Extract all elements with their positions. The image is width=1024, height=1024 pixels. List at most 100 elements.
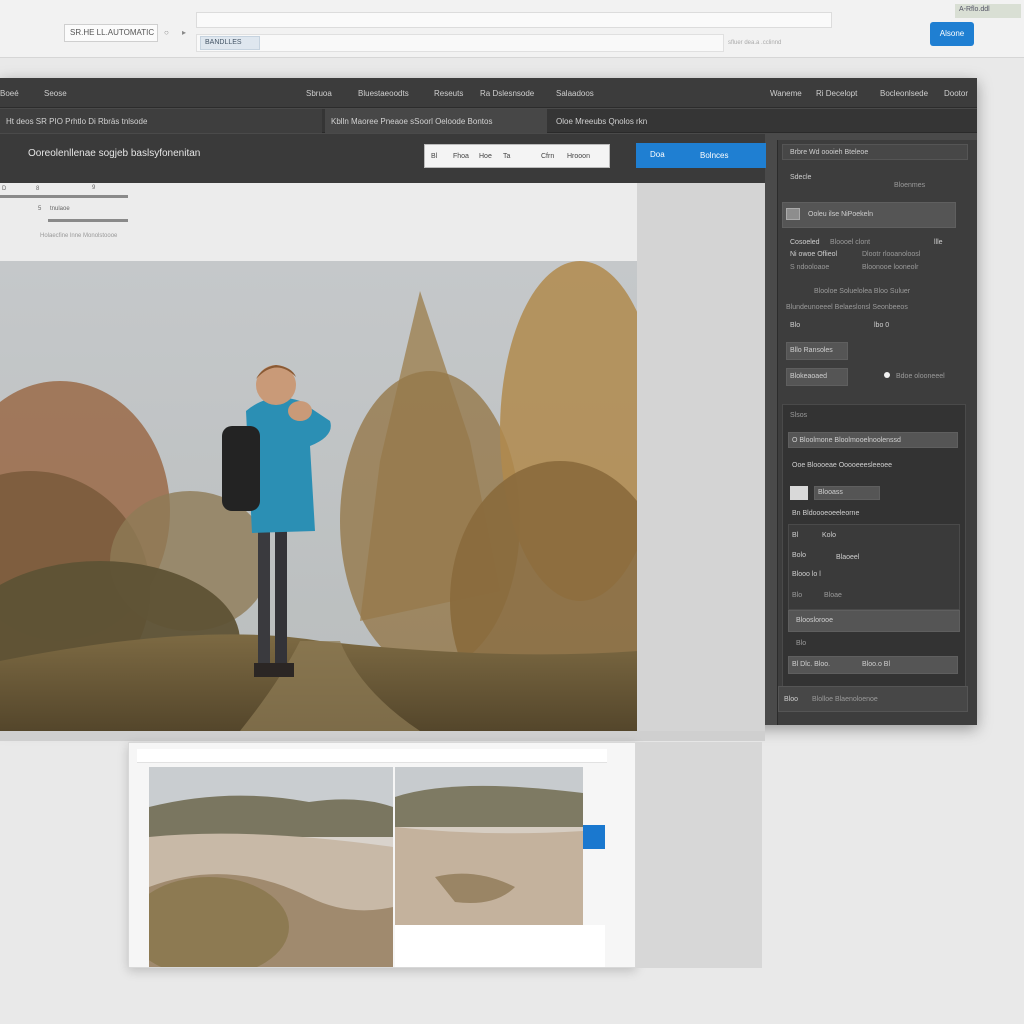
tab-third[interactable]: Oloe Mreeubs Qnolos rkn (550, 109, 680, 133)
list-value: Bloae (824, 592, 842, 599)
list-key: Bl (792, 532, 799, 539)
landscape-image (395, 767, 583, 925)
layer-label[interactable]: Bn Bldoooeoeeleorne (792, 510, 859, 517)
prop-key: S ndooloaoe (790, 264, 830, 271)
menu-item[interactable]: Waneme (770, 89, 802, 98)
prop-key: Ni owoe Oflieol (790, 251, 838, 258)
toggle-label: Bdoe olooneeel (896, 373, 945, 380)
document-title: Ooreolenllenae sogjeb baslsyfonenitan (28, 148, 201, 159)
canvas-ruler-area: D 8 9 5 tnulaoe Holaecfine lnne Monolsto… (0, 183, 637, 261)
prop-value: Bloonooe looneolr (862, 264, 919, 271)
search-segment[interactable]: Cfrn (541, 153, 554, 160)
menu-item[interactable]: Reseuts (434, 89, 463, 98)
layer-label: O Bloolmone Bloolmooelnoolenssd (792, 437, 901, 444)
list-value: Kolo (822, 532, 837, 539)
ruler-label: 5 (38, 206, 42, 212)
search-segment[interactable]: Hoe (479, 153, 492, 160)
prop-key: Cosoeled (790, 239, 820, 246)
panel-note: Blooloe Soluelolea Bloo Suluer (814, 288, 911, 295)
panel-row-value: Bloenmes (894, 182, 926, 189)
search-segment[interactable]: Hrooon (567, 153, 590, 160)
properties-panel: Brbre Wd oooieh Bteleoe Sdecle Bloenmes … (777, 140, 977, 725)
list-item: Blo (796, 640, 807, 647)
ruler-guide[interactable] (0, 195, 128, 198)
ruler-guide[interactable] (48, 219, 128, 222)
prop-value: Dlootr rlooanoloosl (862, 251, 921, 258)
layer-footer-label: Blooslorooe (796, 617, 833, 624)
landscape-image (149, 767, 393, 967)
search-segment[interactable]: Ta (503, 153, 510, 160)
layers-title: Slsos (790, 412, 808, 419)
footer-value: Blolloe Blaenoloenoe (812, 696, 878, 703)
bookmark-hint: sfluer dea.a .cclinnd (728, 40, 782, 46)
footer-label: Bloo (784, 696, 799, 703)
panel-action-b[interactable]: Bloo.o Bl (862, 661, 890, 668)
landscape-preview-right[interactable] (395, 767, 583, 925)
menu-item[interactable]: Seose (44, 89, 67, 98)
menu-item[interactable]: Dootor (944, 89, 968, 98)
panel-header: Brbre Wd oooieh Bteleoe (790, 149, 869, 156)
panel-line: Blundeunoeeel Belaeslonsl Seonbeeos (786, 304, 908, 311)
list-key: Blo (792, 592, 803, 599)
list-key[interactable]: Blooo lo l (792, 571, 821, 578)
ruler-label: tnulaoe (50, 206, 70, 212)
apply-button-prefix: Doa (650, 150, 665, 159)
search-input[interactable]: Bl Fhoa Hoe Ta Cfrn Hrooon (424, 144, 610, 168)
canvas-gutter (637, 183, 765, 739)
menu-item[interactable]: Boeé (0, 89, 19, 98)
status-tag: A-Rflo.ddl (955, 4, 1021, 18)
apply-button-label: Bolnces (700, 151, 729, 160)
url-field[interactable]: SR.HE LL.AUTOMATIC (64, 24, 158, 42)
layer-label[interactable]: Ooe Bloooeae Ooooeeesleeoee (792, 462, 892, 469)
size-label: Blo (790, 322, 801, 329)
menu-bar: Boeé Seose Sbruoa Bluestaeoodts Reseuts … (0, 78, 977, 108)
menu-item[interactable]: Bocleonlsede (880, 89, 928, 98)
account-button[interactable]: Alsone (930, 22, 974, 46)
list-value: Blaoeel (836, 554, 860, 561)
tab-secondary[interactable]: Kblln Maoree Pneaoe sSoorl Oeloode Bonto… (325, 109, 547, 133)
layer-label: Blooass (818, 489, 843, 496)
address-track[interactable] (196, 12, 832, 28)
backdrop-panel (636, 742, 762, 968)
prop-extra: llle (934, 239, 943, 246)
tab-document[interactable]: Ht deos SR PIO Prhtlo Di Rbräs tnlsode (0, 109, 322, 133)
preview-accent-tab[interactable] (583, 825, 605, 849)
menu-item[interactable]: Sbruoa (306, 89, 332, 98)
ruler-label: 9 (92, 185, 96, 191)
prop-value: Bloooel clont (830, 239, 871, 246)
ruler-label: 8 (36, 186, 40, 192)
preview-window (128, 742, 636, 968)
search-segment[interactable]: Fhoa (453, 153, 469, 160)
layer-thumb-icon (790, 486, 808, 500)
bookmark-chip[interactable]: BANDLLES (200, 36, 260, 50)
preview-toolbar (137, 749, 607, 763)
ruler-note: Holaecfine lnne Monolstoooe (40, 233, 118, 239)
menu-item[interactable]: Ri Decelopt (816, 89, 857, 98)
bookmark-bar (196, 34, 724, 52)
layer-list (788, 524, 960, 610)
menu-item[interactable]: Salaadoos (556, 89, 594, 98)
preview-caption-area (395, 925, 605, 967)
section-title: Ooleu ilse NiPoekeln (808, 211, 873, 218)
menu-item[interactable]: Ra Dslesnsode (480, 89, 534, 98)
list-key: Bolo (792, 552, 807, 559)
panel-action-a[interactable]: Bl Dlc. Bloo. (792, 661, 830, 668)
adjust-button-label: Blokeaoaed (790, 373, 827, 380)
panel-row-label: Sdecle (790, 174, 812, 181)
hiker-photo-image (0, 261, 637, 731)
browser-toolbar: SR.HE LL.AUTOMATIC ○ ▸ BANDLLES sfluer d… (0, 0, 1024, 58)
menu-item[interactable]: Bluestaeoodts (358, 89, 409, 98)
size-value[interactable]: lbo 0 (874, 322, 889, 329)
section-icon (786, 208, 800, 220)
canvas-bottom-edge (0, 731, 765, 741)
search-segment[interactable]: Bl (431, 153, 437, 160)
transform-button-label: Bllo Ransoles (790, 347, 833, 354)
reload-icon[interactable]: ○ (164, 28, 169, 37)
canvas-photo[interactable] (0, 261, 637, 731)
ruler-label: D (2, 186, 7, 192)
tab-bar: Ht deos SR PIO Prhtlo Di Rbräs tnlsode K… (0, 109, 977, 133)
apply-button[interactable]: Doa Bolnces (636, 143, 766, 168)
forward-icon[interactable]: ▸ (182, 28, 186, 37)
toggle-dot-icon[interactable] (884, 372, 890, 378)
landscape-preview-left[interactable] (149, 767, 393, 967)
